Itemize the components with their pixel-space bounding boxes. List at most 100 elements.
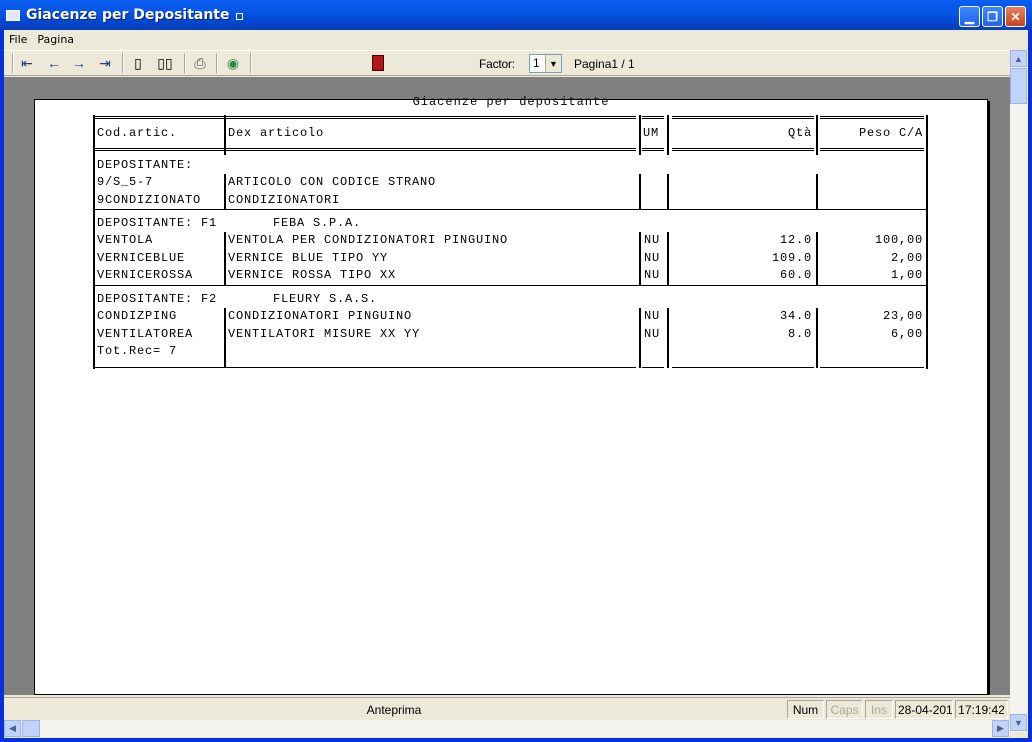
- row-um: NU: [644, 327, 661, 341]
- col-border: [667, 115, 669, 155]
- client-area: File Pagina ⇤ ← → ⇥ ▯ ▯▯ ⎙ ◉ Factor: 1 ▼…: [4, 30, 1028, 738]
- factor-value: 1: [533, 56, 540, 70]
- row-code: 9CONDIZIONATO: [97, 193, 202, 207]
- app-icon: [6, 9, 20, 21]
- group-separator: [94, 209, 927, 210]
- col-border: [224, 232, 226, 285]
- minimize-button[interactable]: ▁: [959, 6, 980, 27]
- row-desc: VENTILATORI MISURE XX YY: [228, 327, 421, 341]
- scroll-left-icon[interactable]: ◀: [4, 720, 21, 737]
- close-button[interactable]: ✕: [1005, 6, 1026, 27]
- status-bar: Anteprima Num Caps Ins 28-04-2016 17:19:…: [4, 697, 1010, 720]
- vertical-scroll-thumb[interactable]: [1010, 68, 1027, 104]
- row-code: VENTILATOREA: [97, 327, 194, 341]
- window-title: Giacenze per Depositante: [26, 7, 230, 23]
- col-border: [93, 115, 95, 155]
- row-desc: CONDIZIONATORI PINGUINO: [228, 309, 413, 323]
- scroll-right-icon[interactable]: ▶: [992, 720, 1009, 737]
- header-rule: [94, 148, 224, 151]
- last-page-icon[interactable]: ⇥: [95, 54, 115, 72]
- row-peso: 2,00: [890, 251, 923, 265]
- status-date: 28-04-2016: [895, 700, 953, 719]
- col-border: [816, 308, 818, 368]
- row-qty: 60.0: [779, 268, 812, 282]
- factor-select[interactable]: 1 ▼: [529, 54, 562, 73]
- toolbar-separator: [216, 53, 218, 73]
- footer-rule: [642, 367, 664, 368]
- prev-page-icon[interactable]: ←: [44, 54, 64, 72]
- row-peso: 100,00: [874, 233, 923, 247]
- header-desc: Dex articolo: [228, 126, 325, 140]
- single-page-icon[interactable]: ▯: [128, 54, 148, 72]
- row-peso: 1,00: [890, 268, 923, 282]
- col-border: [224, 308, 226, 368]
- header-rule: [94, 116, 224, 119]
- status-ins: Ins: [865, 700, 893, 719]
- row-um: NU: [644, 251, 661, 265]
- col-border: [639, 115, 641, 155]
- report-title: Giacenze per depositante: [412, 95, 610, 109]
- col-border: [667, 308, 669, 368]
- col-border: [816, 174, 818, 210]
- print-icon[interactable]: ⎙: [190, 54, 210, 72]
- row-qty: 34.0: [779, 309, 812, 323]
- title-marker-icon: [235, 12, 243, 20]
- col-border: [639, 232, 641, 285]
- report-page: Giacenze per depositante Cod.artic. Dex …: [34, 95, 988, 695]
- page-indicator: Pagina1 / 1: [574, 57, 635, 71]
- header-peso: Peso C/A: [858, 126, 923, 140]
- row-qty: 12.0: [779, 233, 812, 247]
- horizontal-scroll-thumb[interactable]: [22, 720, 40, 737]
- scroll-up-icon[interactable]: ▲: [1010, 50, 1027, 67]
- next-page-icon[interactable]: →: [69, 54, 89, 72]
- row-code: VENTOLA: [97, 233, 154, 247]
- header-rule: [642, 116, 664, 119]
- table-left-border: [93, 155, 95, 369]
- row-desc: ARTICOLO CON CODICE STRANO: [228, 175, 437, 189]
- header-um: UM: [643, 126, 660, 140]
- preview-area: Giacenze per depositante Cod.artic. Dex …: [4, 77, 1010, 695]
- toolbar: ⇤ ← → ⇥ ▯ ▯▯ ⎙ ◉ Factor: 1 ▼ Pagina1 / 1: [4, 50, 1010, 76]
- title-bar[interactable]: Giacenze per Depositante ▁ ❐ ✕: [0, 0, 1032, 30]
- footer-rule: [94, 367, 224, 368]
- header-rule: [820, 148, 924, 151]
- col-border: [926, 115, 928, 155]
- vertical-scrollbar[interactable]: ▲ ▼: [1010, 50, 1028, 732]
- row-code: 9/S_5-7: [97, 175, 154, 189]
- row-um: NU: [644, 233, 661, 247]
- row-desc: VENTOLA PER CONDIZIONATORI PINGUINO: [228, 233, 509, 247]
- exit-icon[interactable]: [372, 55, 384, 71]
- toolbar-separator: [184, 53, 186, 73]
- col-border: [667, 174, 669, 210]
- col-border: [224, 115, 226, 155]
- row-code: VERNICEBLUE: [97, 251, 186, 265]
- first-page-icon[interactable]: ⇤: [17, 54, 37, 72]
- group-separator: [94, 285, 927, 286]
- col-border: [667, 232, 669, 285]
- header-rule: [672, 148, 814, 151]
- scroll-down-icon[interactable]: ▼: [1010, 714, 1027, 731]
- row-qty: 8.0: [787, 327, 812, 341]
- row-um: NU: [644, 309, 661, 323]
- header-code: Cod.artic.: [97, 126, 178, 140]
- row-code: VERNICEROSSA: [97, 268, 194, 282]
- restore-button[interactable]: ❐: [982, 6, 1003, 27]
- toolbar-separator: [122, 53, 124, 73]
- status-center: Anteprima: [366, 702, 422, 717]
- col-border: [224, 174, 226, 210]
- factor-label: Factor:: [479, 57, 515, 71]
- group-header: DEPOSITANTE:: [97, 158, 194, 172]
- status-caps: Caps: [826, 700, 863, 719]
- row-peso: 23,00: [882, 309, 923, 323]
- menu-pagina[interactable]: Pagina: [32, 33, 79, 46]
- col-border: [816, 115, 818, 155]
- row-code: CONDIZPING: [97, 309, 178, 323]
- export-icon[interactable]: ◉: [223, 54, 243, 72]
- menu-bar: File Pagina: [4, 30, 1028, 49]
- menu-file[interactable]: File: [4, 33, 32, 46]
- header-rule: [226, 148, 636, 151]
- horizontal-scrollbar[interactable]: ◀ ▶: [4, 720, 1010, 737]
- chevron-down-icon[interactable]: ▼: [545, 55, 561, 72]
- col-border: [639, 308, 641, 368]
- two-pages-icon[interactable]: ▯▯: [155, 54, 175, 72]
